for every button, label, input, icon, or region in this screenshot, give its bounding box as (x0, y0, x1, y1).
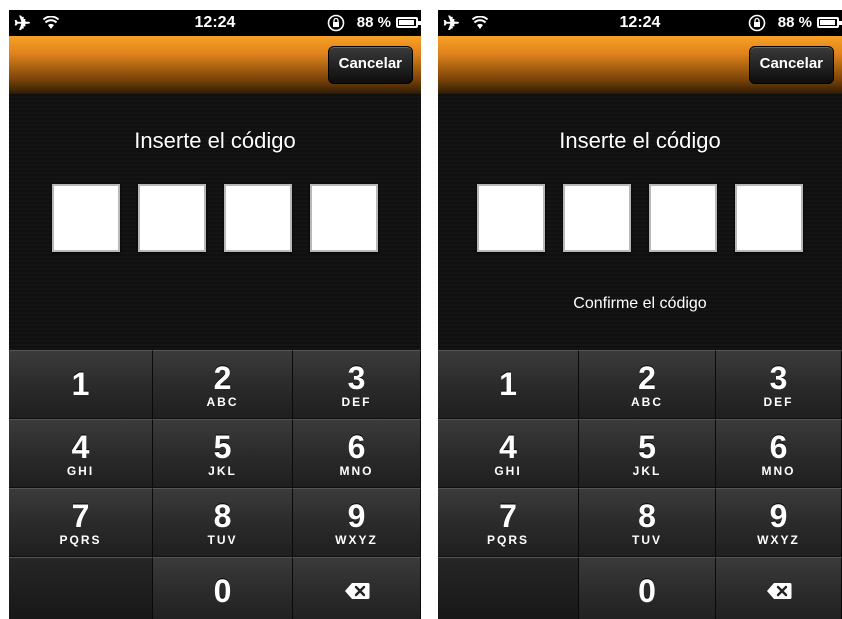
key-letters: JKL (632, 464, 662, 478)
keypad-key-2[interactable]: 2 ABC (579, 350, 716, 418)
keypad-key-4[interactable]: 4 GHI (9, 419, 153, 487)
keypad-key-8[interactable]: 8 TUV (153, 488, 293, 556)
keypad-key-3[interactable]: 3 DEF (716, 350, 842, 418)
key-letters: DEF (341, 395, 372, 409)
keypad-key-7[interactable]: 7 PQRS (438, 488, 579, 556)
code-digit-box[interactable] (52, 184, 120, 252)
navigation-bar: Cancelar (438, 36, 842, 94)
key-letters: ABC (631, 395, 663, 409)
key-digit: 2 (638, 360, 656, 396)
key-digit: 5 (213, 429, 232, 465)
delete-backspace-icon (766, 582, 792, 600)
code-digit-box[interactable] (224, 184, 292, 252)
key-digit: 8 (213, 498, 232, 534)
key-digit: 6 (769, 429, 788, 465)
key-digit: 2 (213, 360, 232, 396)
key-digit: 1 (71, 366, 90, 402)
code-boxes (9, 184, 421, 252)
battery-percent: 88 % (777, 14, 812, 31)
key-letters: TUV (632, 533, 662, 547)
status-bar: ✈ 12:24 88 % (438, 10, 842, 36)
key-letters: GHI (494, 464, 522, 478)
screen-confirm-code: ✈ 12:24 88 % Cancelar Inserte el código … (438, 10, 842, 619)
status-bar: ✈ 12:24 88 % (9, 10, 421, 36)
keypad-delete-button[interactable] (716, 557, 842, 619)
keypad-key-9[interactable]: 9 WXYZ (293, 488, 421, 556)
key-digit: 8 (638, 498, 656, 534)
keypad-key-3[interactable]: 3 DEF (293, 350, 421, 418)
keypad-key-7[interactable]: 7 PQRS (9, 488, 153, 556)
key-digit: 9 (769, 498, 788, 534)
battery-charging-icon (396, 17, 421, 28)
keypad-key-6[interactable]: 6 MNO (293, 419, 421, 487)
code-digit-box[interactable] (138, 184, 206, 252)
delete-backspace-icon (344, 582, 370, 600)
key-letters: PQRS (486, 533, 529, 547)
key-digit: 3 (769, 360, 788, 396)
keypad-key-4[interactable]: 4 GHI (438, 419, 579, 487)
keypad-key-2[interactable]: 2 ABC (153, 350, 293, 418)
keypad-blank (438, 557, 579, 619)
keypad-key-0[interactable]: 0 (579, 557, 716, 619)
key-digit: 9 (347, 498, 366, 534)
battery-charging-icon (817, 17, 842, 28)
keypad-key-8[interactable]: 8 TUV (579, 488, 716, 556)
key-digit: 5 (638, 429, 656, 465)
key-letters: PQRS (59, 533, 102, 547)
numeric-keypad: 1 2 ABC 3 DEF 4 GHI 5 JKL 6 MNO 7 PQRS 8 TUV 9 WXYZ 0 (9, 350, 421, 619)
key-letters: DEF (763, 395, 794, 409)
rotation-lock-icon (748, 14, 766, 32)
numeric-keypad: 1 2 ABC 3 DEF 4 GHI 5 JKL 6 MNO 7 PQRS 8 TUV 9 WXYZ 0 (438, 350, 842, 619)
keypad-delete-button[interactable] (293, 557, 421, 619)
keypad-key-1[interactable]: 1 (438, 350, 579, 418)
key-digit: 0 (213, 573, 232, 609)
keypad-key-5[interactable]: 5 JKL (579, 419, 716, 487)
key-letters: MNO (761, 464, 796, 478)
key-letters: WXYZ (757, 533, 800, 547)
key-letters: JKL (208, 464, 237, 478)
key-digit: 4 (71, 429, 90, 465)
code-digit-box[interactable] (649, 184, 717, 252)
key-letters: MNO (339, 464, 374, 478)
code-digit-box[interactable] (477, 184, 545, 252)
code-digit-box[interactable] (563, 184, 631, 252)
key-digit: 6 (347, 429, 366, 465)
key-letters: GHI (66, 464, 95, 478)
key-letters: WXYZ (335, 533, 378, 547)
battery-percent: 88 % (356, 14, 391, 31)
code-digit-box[interactable] (310, 184, 378, 252)
cancel-button[interactable]: Cancelar (327, 46, 413, 84)
keypad-key-5[interactable]: 5 JKL (153, 419, 293, 487)
code-digit-box[interactable] (735, 184, 803, 252)
prompt-label: Inserte el código (134, 128, 296, 153)
confirm-label: Confirme el código (573, 295, 707, 312)
navigation-bar: Cancelar (9, 36, 421, 94)
keypad-key-6[interactable]: 6 MNO (716, 419, 842, 487)
rotation-lock-icon (327, 14, 345, 32)
code-boxes (438, 184, 842, 252)
key-digit: 1 (499, 366, 517, 402)
keypad-key-1[interactable]: 1 (9, 350, 153, 418)
code-entry-area: Inserte el código Confirme el código (438, 94, 842, 350)
key-digit: 0 (638, 573, 656, 609)
keypad-key-0[interactable]: 0 (153, 557, 293, 619)
key-digit: 3 (347, 360, 366, 396)
key-letters: ABC (206, 395, 239, 409)
cancel-button[interactable]: Cancelar (748, 46, 834, 84)
key-digit: 7 (71, 498, 90, 534)
screen-enter-code: ✈ 12:24 88 % Cancelar Inserte el código … (9, 10, 421, 619)
keypad-blank (9, 557, 153, 619)
key-letters: TUV (207, 533, 238, 547)
code-entry-area: Inserte el código (9, 94, 421, 350)
key-digit: 4 (499, 429, 517, 465)
key-digit: 7 (499, 498, 517, 534)
keypad-key-9[interactable]: 9 WXYZ (716, 488, 842, 556)
prompt-label: Inserte el código (559, 128, 721, 153)
